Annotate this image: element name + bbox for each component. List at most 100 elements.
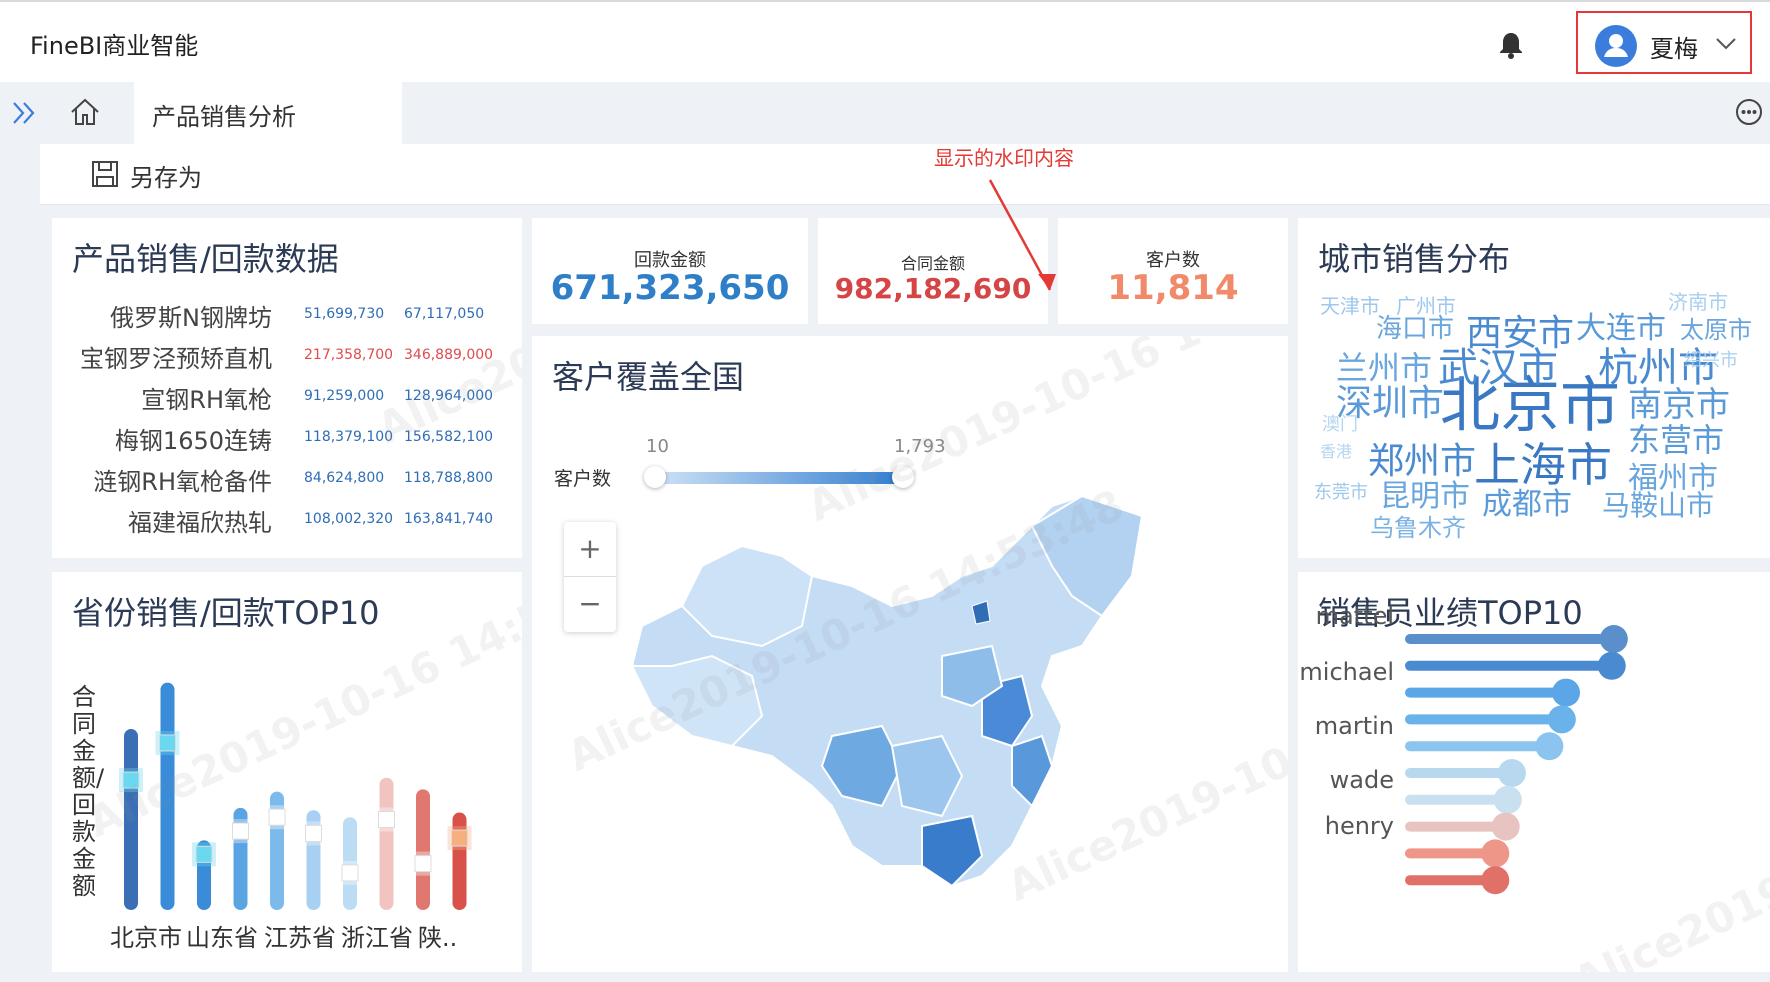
city-word[interactable]: 成都市: [1482, 490, 1572, 520]
city-word[interactable]: 太原市: [1680, 318, 1752, 342]
save-icon[interactable]: [90, 159, 120, 189]
card-title: 城市销售分布: [1318, 240, 1511, 278]
bell-icon[interactable]: [1498, 30, 1524, 60]
zoom-out-button[interactable]: −: [564, 577, 616, 631]
card-title: 客户覆盖全国: [552, 358, 745, 396]
payment-marker[interactable]: [378, 811, 395, 829]
rank-dot[interactable]: [1547, 705, 1576, 734]
range-max: 1,793: [894, 436, 946, 457]
rank-dot[interactable]: [1599, 625, 1628, 653]
kpi-card-customers: 客户数 11,814: [1058, 218, 1288, 324]
city-word[interactable]: 广州市: [1396, 296, 1456, 316]
rank-dot[interactable]: [1481, 866, 1510, 895]
city-word[interactable]: 海口市: [1376, 316, 1454, 342]
save-as-button[interactable]: 另存为: [130, 158, 202, 193]
payment-marker[interactable]: [232, 822, 249, 840]
user-icon: [1604, 34, 1628, 57]
app-title[interactable]: FineBI商业智能: [30, 26, 198, 61]
city-word[interactable]: 昆明市: [1380, 482, 1470, 512]
city-word[interactable]: 澳门: [1322, 416, 1358, 434]
zoom-in-button[interactable]: +: [564, 522, 616, 577]
product-row[interactable]: 宝钢罗泾预矫直机 217,358,700 346,889,000: [52, 339, 522, 373]
city-word[interactable]: 马鞍山市: [1602, 492, 1714, 520]
city-word[interactable]: 上海市: [1474, 442, 1612, 488]
payment-value: 128,964,000: [404, 388, 494, 404]
x-tick-label: 陕..: [418, 924, 458, 952]
zoom-controls: + −: [564, 522, 616, 632]
legend-gradient: [654, 472, 904, 484]
x-tick-label: 浙江省: [341, 924, 413, 952]
sales-rank-card: 销售员业绩TOP10 mattel michael martin wade henry …: [1298, 572, 1770, 972]
annotation-arrow: [988, 179, 1056, 291]
salesperson-name: henry: [1324, 812, 1394, 840]
city-word[interactable]: 西安市: [1466, 316, 1574, 352]
annotation-label: 显示的水印内容: [934, 146, 1074, 170]
payment-marker[interactable]: [159, 734, 176, 752]
city-word[interactable]: 大连市: [1576, 314, 1666, 344]
province-bar[interactable]: [160, 682, 175, 910]
china-map[interactable]: [612, 486, 1152, 926]
user-menu[interactable]: 夏梅: [1576, 11, 1752, 74]
rank-dot[interactable]: [1481, 839, 1510, 868]
product-name: 宝钢罗泾预矫直机: [80, 345, 272, 373]
salesperson-name: wade: [1329, 766, 1394, 794]
home-icon[interactable]: [68, 95, 102, 129]
payment-value: 163,841,740: [404, 511, 494, 527]
product-row[interactable]: 宣钢RH氧枪 91,259,000 128,964,000: [52, 380, 522, 414]
rank-dot[interactable]: [1535, 732, 1564, 761]
salesperson-name: michael: [1299, 658, 1394, 686]
sales-value: 51,699,730: [304, 306, 385, 322]
city-word[interactable]: 郑州市: [1368, 444, 1476, 480]
range-handle-min[interactable]: [644, 466, 666, 488]
range-handle-max[interactable]: [892, 466, 914, 488]
payment-marker[interactable]: [268, 808, 286, 826]
sales-value: 91,259,000: [304, 388, 385, 404]
rank-dot[interactable]: [1597, 651, 1626, 680]
city-word[interactable]: 济南市: [1668, 292, 1728, 312]
rank-dot[interactable]: [1497, 759, 1526, 787]
city-wordcloud-card: 城市销售分布 北京市 上海市 武汉市 杭州市 西安市 大连市 深圳市 南京市 郑州市 东营市 兰州市…: [1298, 218, 1770, 558]
toolbar: 另存为: [40, 144, 1770, 205]
payment-marker[interactable]: [451, 829, 468, 847]
product-name: 福建福欣热轧: [128, 509, 272, 537]
user-name: 夏梅: [1650, 35, 1698, 63]
city-word[interactable]: 南京市: [1628, 388, 1730, 422]
rank-dot[interactable]: [1552, 678, 1580, 707]
payment-value: 156,582,100: [404, 429, 494, 445]
payment-marker[interactable]: [414, 855, 432, 873]
salesperson-name: martin: [1314, 712, 1394, 740]
city-word[interactable]: 香港: [1320, 444, 1352, 460]
sales-value: 108,002,320: [304, 511, 394, 527]
rank-dot[interactable]: [1493, 785, 1522, 814]
watermark: Alice2019-10-16 14:53:48: [370, 218, 522, 453]
city-word[interactable]: 兰州市: [1336, 352, 1432, 384]
payment-marker[interactable]: [195, 845, 213, 863]
payment-marker[interactable]: [305, 824, 322, 842]
tab-bar: 产品销售分析: [0, 82, 1770, 144]
rank-dot[interactable]: [1491, 812, 1520, 841]
product-row[interactable]: 梅钢1650连铸 118,379,100 156,582,100: [52, 421, 522, 455]
city-word[interactable]: 东营市: [1628, 424, 1724, 456]
province-bar[interactable]: [416, 789, 430, 910]
x-tick-label: 山东省: [186, 924, 258, 952]
city-word[interactable]: 天津市: [1320, 296, 1380, 316]
payment-marker[interactable]: [341, 864, 359, 882]
product-name: 涟钢RH氧枪备件: [93, 468, 272, 496]
product-row[interactable]: 福建福欣热轧 108,002,320 163,841,740: [52, 503, 522, 537]
x-tick-label: 江苏省: [264, 924, 336, 952]
product-row[interactable]: 涟钢RH氧枪备件 84,624,800 118,788,800: [52, 462, 522, 496]
expand-icon[interactable]: [10, 100, 38, 126]
province-chart-card: 省份销售/回款TOP10 合同金额/回款金额 北京市 山东省 江苏省 浙江省 陕.. A…: [52, 572, 522, 972]
province-bar[interactable]: [379, 777, 394, 910]
province-bars[interactable]: [52, 572, 522, 972]
city-word[interactable]: 乌鲁木齐: [1370, 516, 1466, 540]
payment-marker[interactable]: [122, 771, 140, 789]
city-word[interactable]: 绍兴市: [1684, 352, 1738, 370]
tab-product-sales[interactable]: 产品销售分析: [134, 82, 402, 144]
more-options-icon[interactable]: [1735, 98, 1763, 126]
province-bar[interactable]: [124, 729, 138, 910]
city-word[interactable]: 东莞市: [1314, 484, 1368, 502]
product-row[interactable]: 俄罗斯N钢牌坊 51,699,730 67,117,050: [52, 298, 522, 332]
city-word[interactable]: 武汉市: [1438, 348, 1558, 388]
sales-value: 84,624,800: [304, 470, 385, 486]
